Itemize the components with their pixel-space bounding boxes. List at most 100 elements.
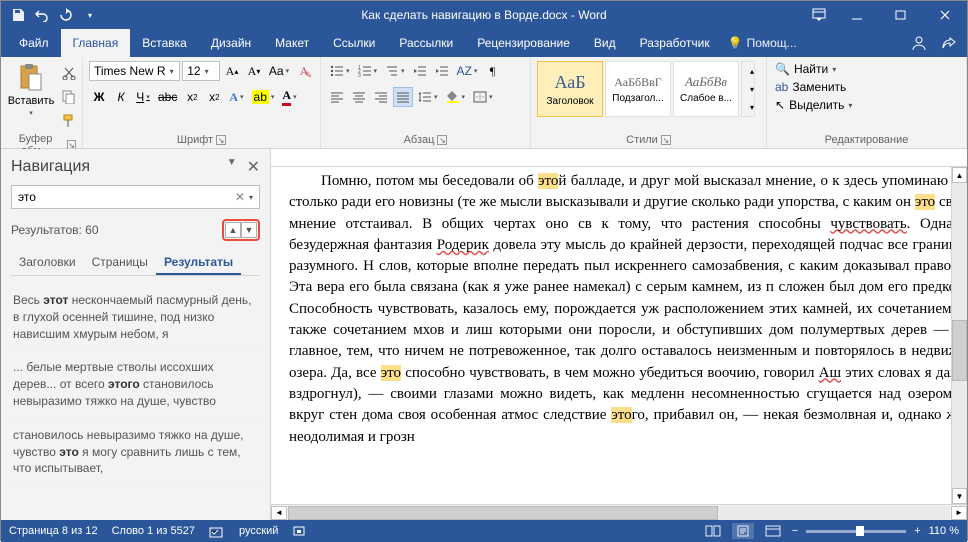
nav-tab-results[interactable]: Результаты bbox=[156, 251, 241, 275]
shrink-font-button[interactable]: A▾ bbox=[244, 61, 264, 81]
outdent-button[interactable] bbox=[410, 61, 430, 81]
styles-down-button[interactable]: ▾ bbox=[742, 80, 762, 98]
scroll-down-button[interactable]: ▼ bbox=[952, 488, 967, 504]
strikethrough-button[interactable]: abc bbox=[155, 87, 180, 107]
styles-more-button[interactable]: ▾ bbox=[742, 98, 762, 116]
line-spacing-button[interactable] bbox=[415, 87, 441, 107]
status-language[interactable]: русский bbox=[239, 525, 278, 537]
nav-result-item[interactable]: ... белые мертвые стволы иссохших дерев.… bbox=[11, 351, 260, 418]
nav-result-item[interactable]: становилось невыразимо тяжко на душе, чу… bbox=[11, 419, 260, 486]
nav-next-button[interactable]: ▼ bbox=[241, 222, 257, 238]
tab-mailings[interactable]: Рассылки bbox=[387, 29, 465, 57]
style-subheading[interactable]: АаБбВвГПодзагол... bbox=[605, 61, 671, 117]
view-print-button[interactable] bbox=[732, 523, 754, 539]
select-button[interactable]: ↖Выделить ▾ bbox=[773, 97, 854, 113]
align-left-button[interactable] bbox=[327, 87, 347, 107]
bullets-button[interactable] bbox=[327, 61, 353, 81]
superscript-button[interactable]: x2 bbox=[204, 87, 224, 107]
hscroll-thumb[interactable] bbox=[288, 506, 718, 520]
sort-button[interactable]: AZ bbox=[454, 61, 481, 81]
zoom-level[interactable]: 110 % bbox=[929, 525, 959, 537]
find-button[interactable]: 🔍Найти ▾ bbox=[773, 61, 854, 77]
show-marks-button[interactable]: ¶ bbox=[482, 61, 502, 81]
align-center-button[interactable] bbox=[349, 87, 369, 107]
style-weak[interactable]: АаБбВвСлабое в... bbox=[673, 61, 739, 117]
font-color-button[interactable]: A bbox=[279, 87, 299, 107]
borders-button[interactable] bbox=[470, 87, 496, 107]
numbering-button[interactable]: 123 bbox=[355, 61, 381, 81]
zoom-out-button[interactable]: − bbox=[792, 525, 798, 537]
grow-font-button[interactable]: A▴ bbox=[222, 61, 242, 81]
nav-tab-headings[interactable]: Заголовки bbox=[11, 251, 84, 275]
horizontal-ruler[interactable] bbox=[271, 149, 967, 167]
view-read-button[interactable] bbox=[702, 523, 724, 539]
share-icon[interactable] bbox=[941, 35, 957, 51]
nav-prev-button[interactable]: ▲ bbox=[225, 222, 241, 238]
clear-search-icon[interactable]: ✕ bbox=[235, 190, 245, 204]
ribbon-options-icon[interactable] bbox=[803, 1, 835, 29]
styles-up-button[interactable]: ▴ bbox=[742, 62, 762, 80]
nav-tab-pages[interactable]: Страницы bbox=[84, 251, 156, 275]
zoom-in-button[interactable]: + bbox=[914, 525, 920, 537]
scroll-up-button[interactable]: ▲ bbox=[952, 167, 967, 183]
document-page[interactable]: Помню, потом мы беседовали об этой балла… bbox=[271, 167, 967, 504]
justify-button[interactable] bbox=[393, 87, 413, 107]
tab-references[interactable]: Ссылки bbox=[321, 29, 387, 57]
highlight-button[interactable]: ab bbox=[249, 87, 278, 107]
status-page[interactable]: Страница 8 из 12 bbox=[9, 525, 98, 537]
scroll-right-button[interactable]: ► bbox=[951, 506, 967, 520]
replace-button[interactable]: abЗаменить bbox=[773, 79, 854, 95]
paste-button[interactable]: Вставить ▾ bbox=[7, 61, 55, 119]
redo-icon[interactable] bbox=[55, 4, 77, 26]
text-effects-button[interactable]: A bbox=[226, 87, 246, 107]
italic-button[interactable]: К bbox=[111, 87, 131, 107]
tab-review[interactable]: Рецензирование bbox=[465, 29, 582, 57]
status-macro[interactable] bbox=[292, 524, 306, 538]
zoom-slider[interactable] bbox=[806, 530, 906, 533]
nav-search-input[interactable] bbox=[18, 190, 235, 204]
multilevel-button[interactable] bbox=[382, 61, 408, 81]
save-icon[interactable] bbox=[7, 4, 29, 26]
nav-menu-button[interactable]: ▼ bbox=[227, 157, 237, 177]
shading-button[interactable] bbox=[443, 87, 469, 107]
align-right-button[interactable] bbox=[371, 87, 391, 107]
subscript-button[interactable]: x2 bbox=[182, 87, 202, 107]
nav-search-box[interactable]: ✕ ▾ bbox=[11, 185, 260, 209]
tab-file[interactable]: Файл bbox=[7, 29, 61, 57]
horizontal-scrollbar[interactable]: ◄ ► bbox=[271, 504, 967, 520]
underline-button[interactable]: Ч bbox=[133, 87, 153, 107]
indent-button[interactable] bbox=[432, 61, 452, 81]
font-size-combo[interactable]: 12▾ bbox=[182, 61, 220, 81]
scroll-left-button[interactable]: ◄ bbox=[271, 506, 287, 520]
tab-layout[interactable]: Макет bbox=[263, 29, 321, 57]
nav-close-button[interactable]: ✕ bbox=[247, 157, 260, 177]
cut-button[interactable] bbox=[59, 63, 79, 83]
tab-insert[interactable]: Вставка bbox=[130, 29, 199, 57]
format-painter-button[interactable] bbox=[59, 111, 79, 131]
font-dialog-launcher[interactable]: ↘ bbox=[216, 135, 226, 145]
qat-customize-icon[interactable]: ▾ bbox=[79, 4, 101, 26]
status-words[interactable]: Слово 1 из 5527 bbox=[112, 525, 195, 537]
tab-view[interactable]: Вид bbox=[582, 29, 628, 57]
change-case-button[interactable]: Aa bbox=[266, 61, 292, 81]
maximize-button[interactable] bbox=[879, 1, 923, 29]
vscroll-thumb[interactable] bbox=[952, 320, 967, 381]
tab-home[interactable]: Главная bbox=[61, 29, 131, 57]
tab-design[interactable]: Дизайн bbox=[199, 29, 263, 57]
bold-button[interactable]: Ж bbox=[89, 87, 109, 107]
nav-result-item[interactable]: Весь этот нескончаемый пасмурный день, в… bbox=[11, 284, 260, 351]
close-button[interactable] bbox=[923, 1, 967, 29]
view-web-button[interactable] bbox=[762, 523, 784, 539]
paragraph-dialog-launcher[interactable]: ↘ bbox=[437, 135, 447, 145]
style-heading[interactable]: АаБЗаголовок bbox=[537, 61, 603, 117]
tell-me[interactable]: 💡Помощ... bbox=[728, 29, 797, 57]
tab-developer[interactable]: Разработчик bbox=[628, 29, 722, 57]
status-spell[interactable] bbox=[209, 524, 225, 538]
styles-dialog-launcher[interactable]: ↘ bbox=[661, 135, 671, 145]
sign-in-icon[interactable] bbox=[911, 35, 927, 51]
copy-button[interactable] bbox=[59, 87, 79, 107]
minimize-button[interactable] bbox=[835, 1, 879, 29]
undo-icon[interactable] bbox=[31, 4, 53, 26]
vertical-scrollbar[interactable]: ▲ ▼ bbox=[951, 167, 967, 504]
font-name-combo[interactable]: Times New R▾ bbox=[89, 61, 180, 81]
